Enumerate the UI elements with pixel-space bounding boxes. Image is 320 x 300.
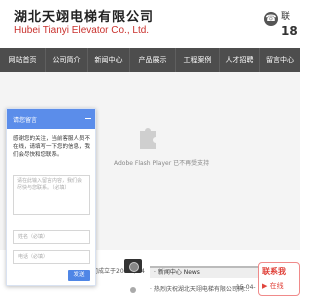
minimize-icon[interactable] xyxy=(85,118,91,119)
nav-item-products[interactable]: 产品展示 xyxy=(130,48,176,72)
dialog-header[interactable]: 请您留言 xyxy=(7,109,95,129)
nav-item-message[interactable]: 留言中心 xyxy=(260,48,300,72)
name-field[interactable]: 姓名（必填） xyxy=(13,230,90,244)
news-section-title[interactable]: · 新闻中心 News xyxy=(150,266,262,278)
flash-unsupported-message: Adobe Flash Player 已不再受支持 xyxy=(114,160,210,167)
nav-item-about[interactable]: 公司简介 xyxy=(46,48,88,72)
contact-widget-label[interactable]: 联系我 xyxy=(262,266,286,277)
message-textarea[interactable]: 请在此输入留言内容，我们会尽快与您联系。（必填） xyxy=(13,175,90,215)
message-dialog: 请您留言 感谢您的关注，当前客服人员不在线，请填写一下您的信息，我们会尽快和您联… xyxy=(6,108,96,286)
nav-item-jobs[interactable]: 人才招聘 xyxy=(220,48,260,72)
carousel-dot[interactable] xyxy=(130,287,136,293)
phone-field[interactable]: 电话（必填） xyxy=(13,250,90,264)
site-header: 湖北天翊电梯有限公司 Hubei Tianyi Elevator Co., Lt… xyxy=(0,0,300,48)
company-name-cn: 湖北天翊电梯有限公司 xyxy=(14,10,155,25)
page: 湖北天翊电梯有限公司 Hubei Tianyi Elevator Co., Lt… xyxy=(0,0,300,300)
send-button[interactable]: 发送 xyxy=(68,270,90,281)
main-nav: 网站首页 公司简介 新闻中心 产品展示 工程案例 人才招聘 留言中心 xyxy=(0,48,300,72)
contact-online-label[interactable]: ▶ 在线 xyxy=(262,281,284,291)
dialog-message: 感谢您的关注，当前客服人员不在线，请填写一下您的信息，我们会尽快和您联系。 xyxy=(13,136,91,158)
phone-label: 联 xyxy=(281,12,291,22)
news-item-link[interactable]: · 热烈庆祝湖北天翊电梯有限公司网... xyxy=(150,284,250,293)
camera-icon xyxy=(124,259,142,273)
plugin-puzzle-icon xyxy=(140,128,156,149)
phone-number: 18 xyxy=(281,24,298,38)
nav-item-cases[interactable]: 工程案例 xyxy=(176,48,220,72)
dialog-title: 请您留言 xyxy=(13,117,38,124)
phone-icon: ☎ xyxy=(264,12,278,26)
nav-item-home[interactable]: 网站首页 xyxy=(0,48,46,72)
company-name-en: Hubei Tianyi Elevator Co., Ltd. xyxy=(14,25,150,36)
news-item-date: 15-04- xyxy=(236,284,256,291)
nav-item-news[interactable]: 新闻中心 xyxy=(88,48,130,72)
